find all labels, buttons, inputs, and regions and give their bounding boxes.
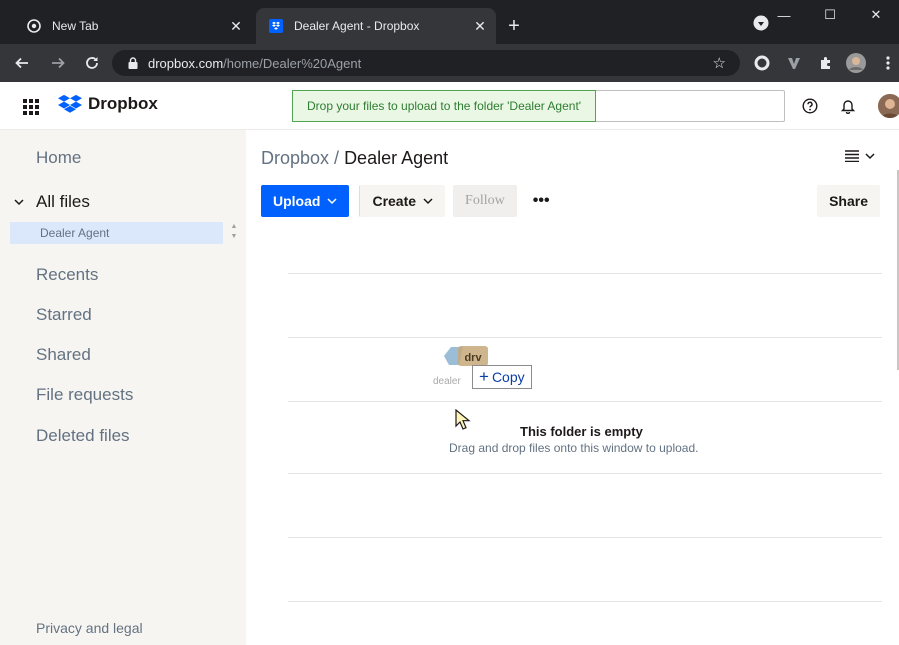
breadcrumb-root[interactable]: Dropbox: [261, 148, 329, 168]
window-controls: — ☐ ✕: [761, 0, 899, 30]
main-content: Dropbox / Dealer Agent Upload Create Fol…: [246, 130, 899, 645]
tab-dealer-agent[interactable]: Dealer Agent - Dropbox ✕: [256, 8, 496, 44]
privacy-and-legal-link[interactable]: Privacy and legal: [36, 620, 143, 636]
sidebar-item-home[interactable]: Home: [36, 148, 81, 168]
new-tab-icon: [26, 18, 42, 34]
empty-folder-title: This folder is empty: [520, 424, 643, 439]
bookmark-star-icon[interactable]: ☆: [713, 54, 726, 72]
sidebar-folder-scroll-arrows[interactable]: ▲ ▼: [228, 222, 240, 246]
file-list-divider: [288, 537, 882, 538]
help-icon[interactable]: [800, 96, 820, 116]
create-button[interactable]: Create: [359, 185, 446, 217]
mouse-cursor-icon: [455, 408, 471, 431]
share-button[interactable]: Share: [817, 185, 880, 217]
sidebar: Home All files Dealer Agent ▲ ▼ Recents S…: [0, 130, 246, 645]
profile-avatar-icon[interactable]: [846, 53, 866, 73]
follow-button[interactable]: Follow: [453, 185, 517, 217]
file-list-divider: [288, 337, 882, 338]
chevron-down-icon: [865, 153, 875, 160]
plus-icon: +: [479, 367, 489, 386]
empty-folder-subtitle: Drag and drop files onto this window to …: [449, 441, 699, 455]
chevron-down-icon: [423, 198, 433, 205]
url-text: dropbox.com/home/Dealer%20Agent: [148, 56, 361, 71]
dropbox-logo-icon: [58, 94, 82, 113]
logo-wordmark: Dropbox: [88, 94, 158, 113]
dropbox-header: Dropbox Drop your files to upload to the…: [0, 82, 899, 130]
back-icon[interactable]: [10, 51, 34, 75]
extension-v-icon[interactable]: [784, 53, 804, 73]
extension-o-icon[interactable]: [752, 53, 772, 73]
minimize-button[interactable]: —: [761, 0, 807, 30]
file-list-divider: [288, 401, 882, 402]
upload-button-label: Upload: [273, 193, 321, 209]
browser-tab-strip: New Tab ✕ Dealer Agent - Dropbox ✕ + — ☐…: [0, 0, 899, 44]
maximize-button[interactable]: ☐: [807, 0, 853, 30]
tab-title: Dealer Agent - Dropbox: [294, 19, 420, 33]
close-tab-icon[interactable]: ✕: [226, 16, 246, 36]
svg-text:drv: drv: [464, 352, 482, 364]
reload-icon[interactable]: [80, 51, 104, 75]
dropbox-logo[interactable]: Dropbox: [58, 94, 158, 114]
browser-menu-icon[interactable]: [878, 53, 898, 73]
dragged-file-label: dealer: [433, 376, 461, 387]
breadcrumb-separator: /: [329, 148, 345, 168]
forward-icon[interactable]: [46, 51, 70, 75]
more-actions-button[interactable]: •••: [521, 185, 562, 217]
breadcrumb-current: Dealer Agent: [344, 148, 449, 168]
upload-button[interactable]: Upload: [261, 185, 350, 217]
file-list-divider: [288, 273, 882, 274]
chevron-down-icon: [14, 195, 30, 209]
create-button-label: Create: [372, 193, 417, 209]
tab-new-tab[interactable]: New Tab ✕: [14, 8, 252, 44]
sidebar-item-file-requests[interactable]: File requests: [36, 385, 133, 405]
sidebar-item-all-files[interactable]: All files: [14, 192, 90, 212]
tab-title: New Tab: [52, 19, 99, 33]
drop-upload-hint: Drop your files to upload to the folder …: [292, 90, 597, 122]
file-list-divider: [288, 473, 882, 474]
url-host: dropbox.com: [148, 55, 224, 71]
dropbox-icon: [268, 18, 284, 34]
browser-toolbar: dropbox.com/home/Dealer%20Agent ☆: [0, 44, 899, 82]
close-window-button[interactable]: ✕: [853, 0, 899, 30]
drag-copy-badge: + Copy: [472, 365, 532, 389]
bell-icon[interactable]: [838, 96, 858, 116]
new-tab-button[interactable]: +: [502, 14, 526, 38]
chevron-down-icon: [327, 198, 337, 205]
file-list-divider: [288, 601, 882, 602]
url-path: /home/Dealer%20Agent: [223, 55, 362, 71]
app-grid-icon[interactable]: [20, 96, 40, 116]
list-view-icon: [845, 150, 859, 162]
sidebar-item-recents[interactable]: Recents: [36, 265, 98, 285]
main-scrollbar[interactable]: [895, 170, 899, 440]
view-mode-toggle[interactable]: [845, 150, 875, 162]
lock-icon: [126, 57, 140, 69]
sidebar-folder-dealer-agent[interactable]: Dealer Agent: [10, 222, 223, 244]
sidebar-item-starred[interactable]: Starred: [36, 305, 92, 325]
address-bar[interactable]: dropbox.com/home/Dealer%20Agent ☆: [112, 50, 740, 76]
sidebar-item-label: All files: [36, 192, 90, 211]
extensions-puzzle-icon[interactable]: [816, 53, 836, 73]
action-bar: Upload Create Follow •••: [261, 185, 562, 217]
close-tab-icon[interactable]: ✕: [470, 16, 490, 36]
sidebar-item-shared[interactable]: Shared: [36, 345, 91, 365]
sidebar-item-deleted-files[interactable]: Deleted files: [36, 426, 130, 446]
copy-label: Copy: [491, 369, 525, 385]
user-avatar[interactable]: [878, 94, 899, 118]
breadcrumb: Dropbox / Dealer Agent: [261, 148, 448, 169]
